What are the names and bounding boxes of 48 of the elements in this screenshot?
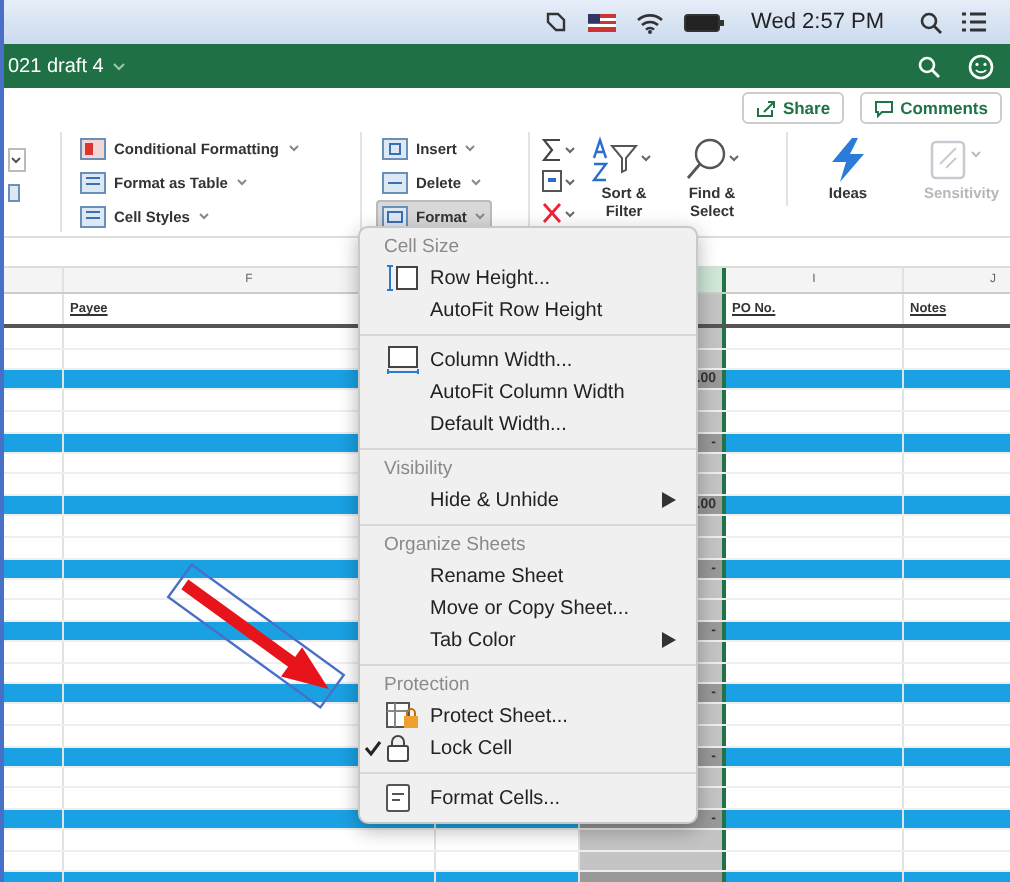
app-status-icon[interactable] [543, 10, 568, 34]
flag-icon[interactable] [587, 13, 616, 31]
menu-item[interactable]: Move or Copy Sheet... [360, 592, 696, 624]
menu-item[interactable]: Format Cells... [360, 782, 696, 814]
share-button[interactable]: Share [742, 92, 845, 124]
search-icon[interactable] [918, 55, 940, 77]
column-width-icon [386, 346, 420, 374]
menu-icon[interactable] [962, 12, 986, 32]
fill-icon[interactable] [542, 170, 578, 194]
caret-icon [197, 212, 210, 220]
menu-item[interactable]: Protect Sheet... [360, 700, 696, 732]
menu-item[interactable]: Column Width... [360, 344, 696, 376]
document-title[interactable]: 021 draft 4 [8, 55, 104, 77]
table-style-icon [80, 171, 106, 193]
caret-icon [235, 178, 248, 186]
dropdown-icon[interactable] [8, 148, 26, 172]
lock-icon [386, 734, 410, 762]
sheet-lock-icon [386, 702, 420, 730]
grid-icon[interactable] [8, 184, 20, 202]
cells-icon [382, 137, 408, 159]
sensitivity-icon [926, 136, 986, 184]
caret-icon [287, 144, 299, 152]
search-icon[interactable] [920, 11, 942, 33]
table-style-icon [80, 205, 106, 227]
menu-section-heading: Organize Sheets [384, 534, 526, 558]
menu-item[interactable]: AutoFit Row Height [360, 294, 696, 326]
menu-section-heading: Visibility [384, 458, 453, 482]
format-cells-icon [386, 784, 410, 812]
menu-section-heading: Cell Size [384, 236, 459, 260]
cells-icon [382, 171, 408, 193]
table-style-icon [80, 137, 106, 159]
caret-icon [469, 178, 482, 186]
lightning-icon [826, 136, 870, 184]
smiley-icon[interactable] [968, 53, 994, 79]
sum-icon[interactable] [542, 138, 578, 162]
chevron-icon[interactable] [111, 61, 126, 71]
row-height-icon [386, 264, 420, 292]
wifi-icon[interactable] [635, 11, 664, 33]
comments-button[interactable]: Comments [860, 92, 1002, 124]
menu-section-heading: Protection [384, 674, 470, 698]
caret-icon [474, 212, 487, 220]
clear-icon[interactable] [542, 202, 578, 226]
menu-bar-clock[interactable]: Wed 2:57 PM [751, 10, 884, 34]
cells-icon [382, 205, 408, 227]
battery-icon[interactable] [683, 13, 724, 31]
caret-icon [464, 144, 477, 152]
comment-icon [874, 99, 895, 117]
share-icon [756, 99, 777, 117]
